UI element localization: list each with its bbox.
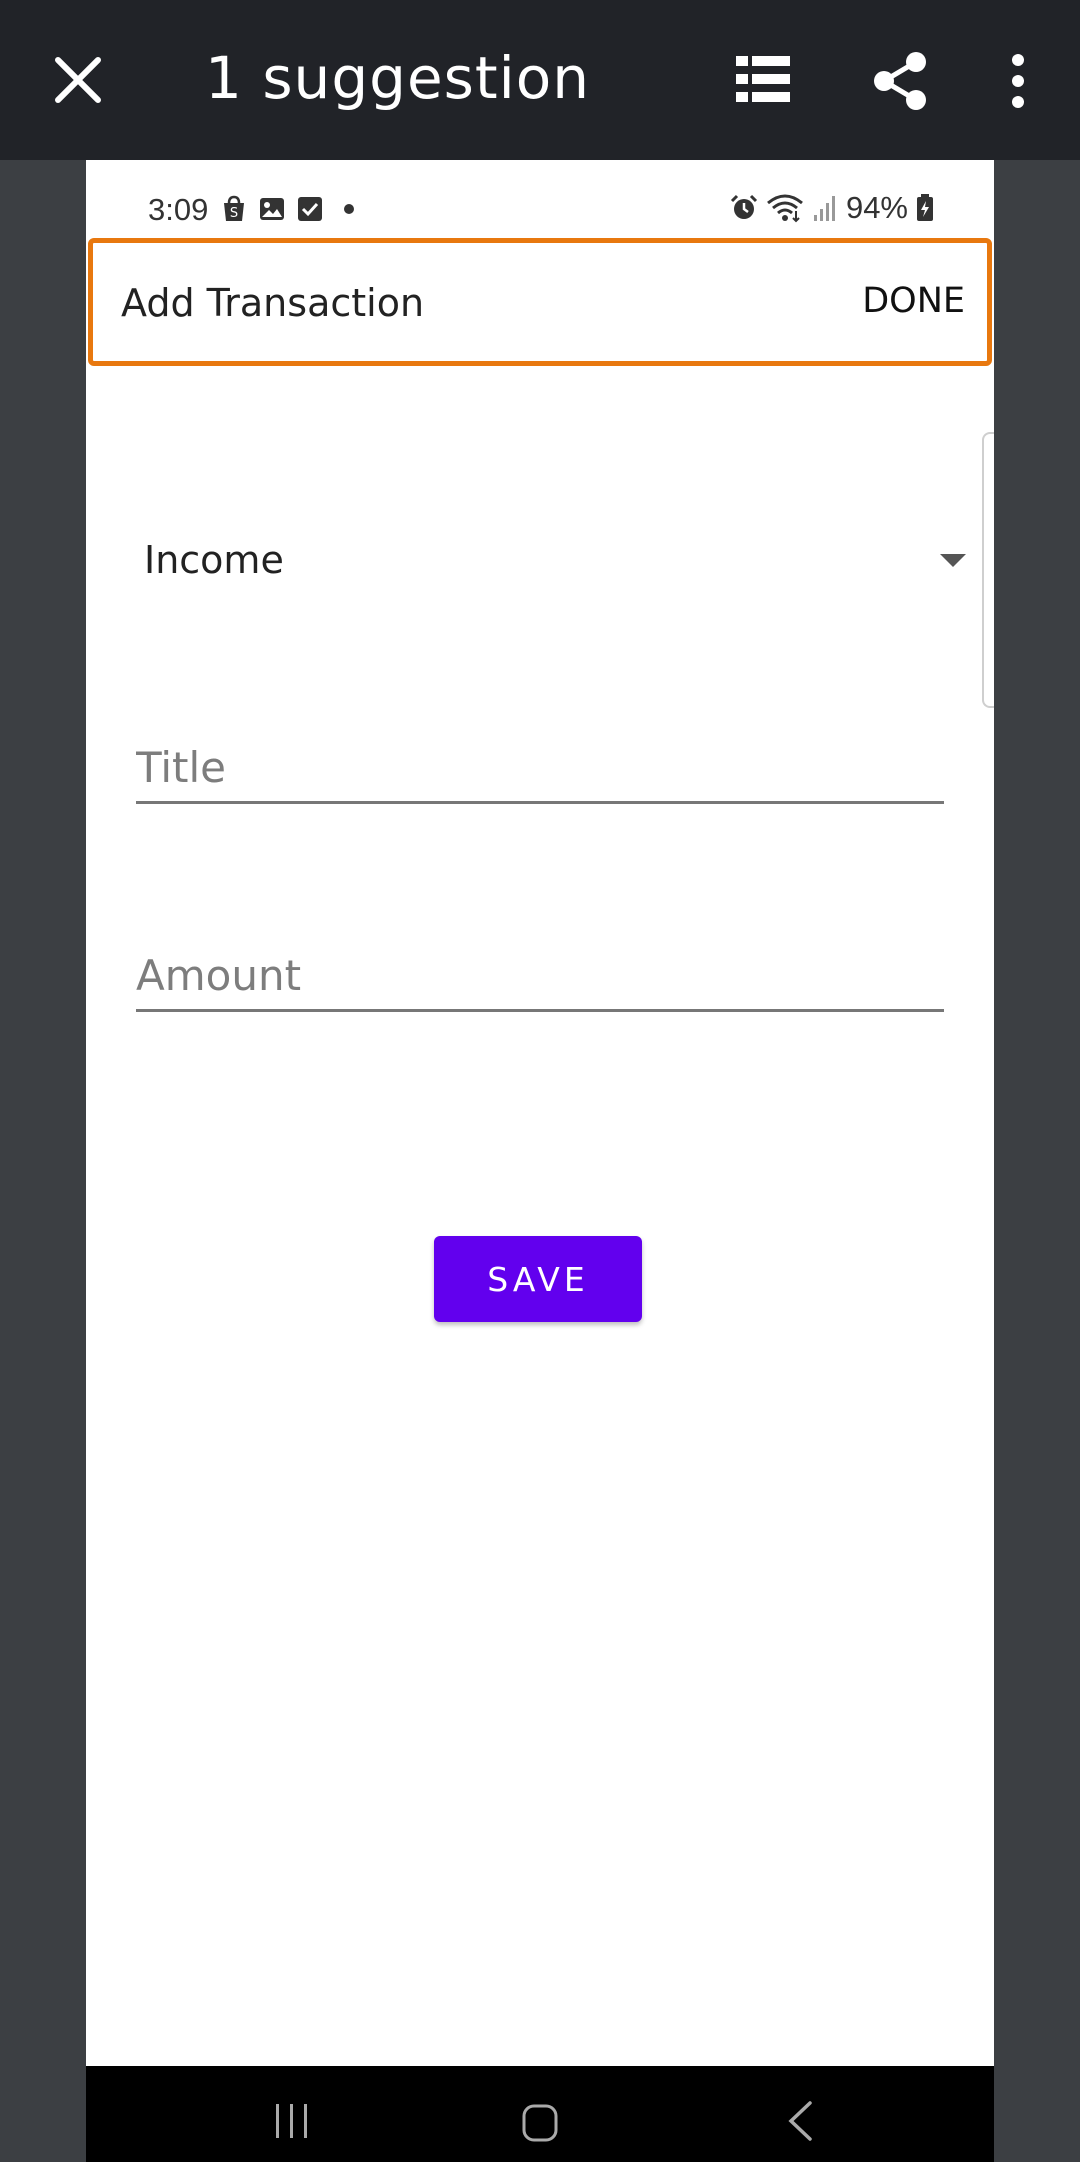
title-input[interactable] (136, 734, 944, 801)
amount-input[interactable] (136, 942, 944, 1009)
close-icon[interactable] (50, 52, 106, 108)
top-toolbar: 1 suggestion (0, 0, 1080, 160)
save-button[interactable]: SAVE (434, 1236, 642, 1322)
phone-screenshot: 3:09 S 94% Add Transaction DONE Income T… (86, 160, 994, 2162)
alarm-icon (730, 194, 758, 219)
status-time: 3:09 (148, 192, 209, 227)
checkbox-icon (298, 197, 322, 221)
list-icon[interactable] (736, 56, 790, 102)
toolbar-title: 1 suggestion (205, 44, 590, 112)
back-icon[interactable] (786, 2100, 814, 2142)
battery-icon (917, 194, 933, 221)
status-notification-icons: S (220, 194, 354, 224)
dot-icon (344, 204, 354, 214)
dropdown-arrow-icon (940, 554, 966, 567)
battery-percentage: 94% (845, 190, 908, 225)
signal-icon (813, 196, 835, 221)
transaction-type-dropdown[interactable]: Income (144, 520, 994, 600)
image-icon (260, 198, 284, 220)
status-bar: 3:09 S 94% (86, 160, 994, 240)
done-button[interactable]: DONE (862, 281, 965, 321)
more-vert-icon[interactable] (1006, 54, 1030, 108)
status-system-icons: 94% (730, 190, 934, 226)
shop-icon: S (224, 195, 244, 221)
dropdown-selected-value: Income (144, 538, 284, 582)
page-title: Add Transaction (121, 281, 425, 325)
system-nav-bar (86, 2066, 994, 2162)
home-icon[interactable] (522, 2104, 558, 2142)
app-bar-highlighted: Add Transaction DONE (88, 238, 992, 366)
wifi-icon (767, 194, 803, 223)
recents-icon[interactable] (272, 2104, 312, 2138)
share-icon[interactable] (872, 52, 928, 110)
svg-text:S: S (230, 206, 238, 221)
title-field (136, 734, 944, 804)
amount-field (136, 942, 944, 1012)
